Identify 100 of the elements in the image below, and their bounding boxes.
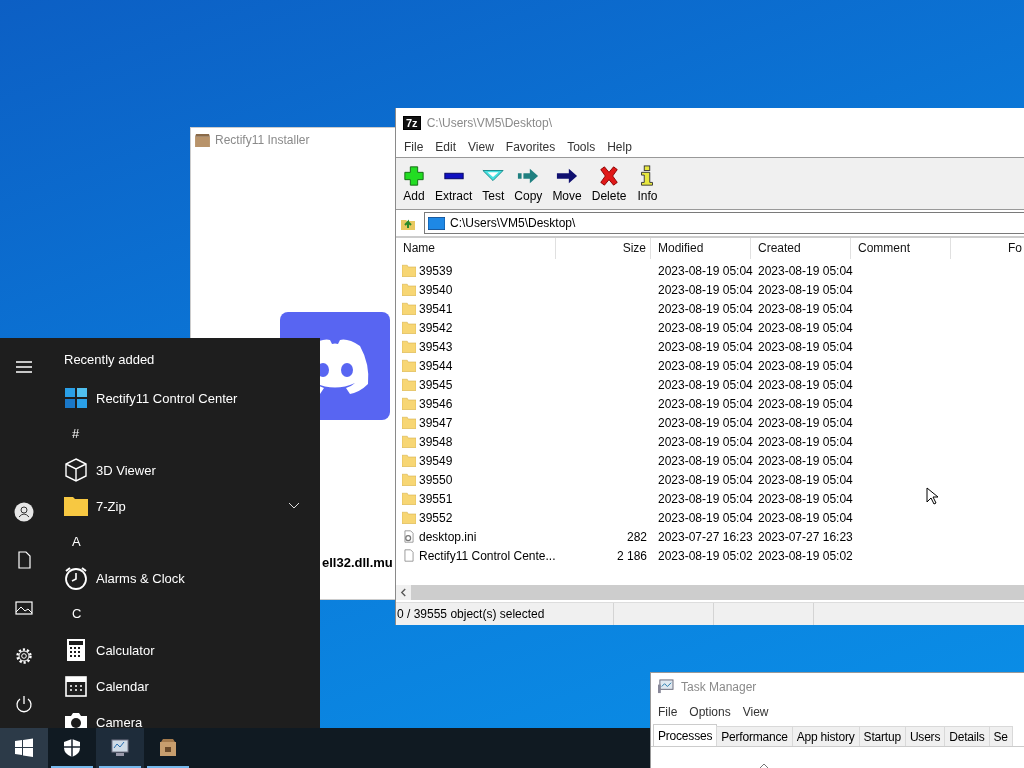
toolbar-button[interactable]: Extract <box>430 164 478 203</box>
taskbar-button[interactable] <box>96 728 144 768</box>
menu-item[interactable]: Options <box>683 705 737 719</box>
menu-item[interactable]: View <box>462 140 500 154</box>
window-title: Task Manager <box>681 679 757 694</box>
menu-item[interactable]: Favorites <box>499 140 562 154</box>
sort-caret-icon[interactable] <box>759 763 769 768</box>
size-cell-text: 282 <box>625 529 648 544</box>
tab[interactable]: Startup <box>858 726 906 746</box>
file-name-cell[interactable]: 39548 <box>396 434 556 449</box>
folder-icon <box>402 511 416 524</box>
toolbar-button[interactable]: Test <box>477 164 510 203</box>
user-avatar-icon[interactable] <box>14 502 34 522</box>
date-cell-text: 2023-08-19 05:04 <box>757 301 851 316</box>
date-cell-text: 2023-08-19 05:04 <box>657 339 751 354</box>
app-list-item[interactable]: 7-Zip <box>64 488 320 524</box>
file-name-cell[interactable]: Rectify11 Control Cente... <box>396 548 556 563</box>
date-cell-text: 2023-08-19 05:04 <box>657 510 751 525</box>
file-name-cell[interactable]: 39544 <box>396 358 556 373</box>
folder-icon <box>402 397 416 410</box>
package-icon <box>195 133 210 147</box>
power-icon[interactable] <box>14 694 34 714</box>
file-name-cell[interactable]: 39552 <box>396 510 556 525</box>
horizontal-scrollbar[interactable] <box>396 585 1024 600</box>
folder-icon <box>64 494 88 518</box>
menu-item[interactable]: Edit <box>429 140 463 154</box>
date-cell-text: 2023-08-19 05:04 <box>657 358 751 373</box>
calculator-icon <box>64 638 88 662</box>
tab[interactable]: Processes <box>653 724 718 746</box>
app-list-item[interactable]: Rectify11 Control Center <box>64 380 320 416</box>
date-cell-text: 2023-08-19 05:04 <box>757 358 851 373</box>
toolbar-button[interactable]: Info <box>631 164 664 203</box>
chevron-down-icon[interactable] <box>288 502 300 510</box>
path-field[interactable]: C:\Users\VM5\Desktop\ <box>424 212 1024 234</box>
file-name-cell[interactable]: 39545 <box>396 377 556 392</box>
settings-icon[interactable] <box>14 646 34 666</box>
file-name-cell[interactable]: 39549 <box>396 453 556 468</box>
file-name-cell[interactable]: desktop.ini <box>396 529 556 544</box>
calendar-icon <box>64 674 88 698</box>
file-name-cell[interactable]: 39541 <box>396 301 556 316</box>
file-name-cell[interactable]: 39542 <box>396 320 556 335</box>
app-list-item[interactable]: Calendar <box>64 668 320 704</box>
scroll-left-icon[interactable] <box>396 585 411 600</box>
letter-heading[interactable]: A <box>64 524 320 560</box>
column-header[interactable]: Created <box>751 238 851 259</box>
menu-item[interactable]: View <box>736 705 775 719</box>
mouse-pointer-icon <box>926 487 938 505</box>
letter-heading[interactable]: # <box>64 416 320 452</box>
date-cell-text: 2023-08-19 05:04 <box>657 282 751 297</box>
menu-item[interactable]: File <box>652 705 684 719</box>
folder-icon <box>402 302 416 315</box>
date-cell-text: 2023-08-19 05:04 <box>757 415 851 430</box>
menu-item[interactable]: Help <box>601 140 638 154</box>
file-name-cell[interactable]: 39546 <box>396 396 556 411</box>
tab[interactable]: App history <box>791 726 860 746</box>
toolbar-button[interactable]: Move <box>547 164 587 203</box>
app-list-item[interactable]: 3D Viewer <box>64 452 320 488</box>
settings-file-icon <box>402 530 416 543</box>
file-name-cell[interactable]: 39540 <box>396 282 556 297</box>
letter-heading[interactable]: C <box>64 596 320 632</box>
x-icon <box>598 164 621 187</box>
menu-item[interactable]: Tools <box>561 140 602 154</box>
tab[interactable]: Performance <box>716 726 793 746</box>
column-header[interactable]: Modified <box>651 238 751 259</box>
folder-icon <box>402 283 416 296</box>
file-name-cell[interactable]: 39543 <box>396 339 556 354</box>
tab[interactable]: Se <box>988 726 1013 746</box>
toolbar-button[interactable]: Delete <box>586 164 632 203</box>
date-cell-text: 2023-08-19 05:04 <box>657 396 751 411</box>
column-header[interactable]: Fo <box>951 238 1024 259</box>
file-name-cell[interactable]: 39547 <box>396 415 556 430</box>
app-list-item[interactable]: Calculator <box>64 632 320 668</box>
column-header[interactable]: Comment <box>851 238 951 259</box>
date-cell-text: 2023-08-19 05:04 <box>757 453 851 468</box>
date-cell-text: 2023-08-19 05:02 <box>757 548 851 563</box>
app-list-item[interactable]: Alarms & Clock <box>64 560 320 596</box>
date-cell-text: 2023-08-19 05:04 <box>757 491 851 506</box>
date-cell-text: 2023-08-19 05:04 <box>757 472 851 487</box>
tab[interactable]: Users <box>904 726 946 746</box>
column-header[interactable]: Size <box>556 238 651 259</box>
date-cell-text: 2023-08-19 05:04 <box>657 491 751 506</box>
file-name-cell[interactable]: 39551 <box>396 491 556 506</box>
tab[interactable]: Details <box>944 726 990 746</box>
date-cell-text: 2023-08-19 05:04 <box>657 320 751 335</box>
plus-icon <box>403 164 425 187</box>
menu-item[interactable]: File <box>398 140 430 154</box>
windows-logo-icon <box>14 738 34 758</box>
date-cell-text: 2023-08-19 05:04 <box>757 510 851 525</box>
column-header[interactable]: Name <box>396 238 556 259</box>
folder-icon <box>402 264 416 277</box>
file-icon <box>402 549 416 562</box>
file-name-cell[interactable]: 39539 <box>396 263 556 278</box>
file-name-cell[interactable]: 39550 <box>396 472 556 487</box>
date-cell-text: 2023-08-19 05:04 <box>757 434 851 449</box>
toolbar-button[interactable]: Copy <box>509 164 548 203</box>
start-button[interactable] <box>0 728 48 768</box>
folder-icon <box>402 340 416 353</box>
package-icon <box>158 738 178 758</box>
pictures-icon[interactable] <box>14 598 34 618</box>
toolbar-button[interactable]: Add <box>398 164 430 203</box>
